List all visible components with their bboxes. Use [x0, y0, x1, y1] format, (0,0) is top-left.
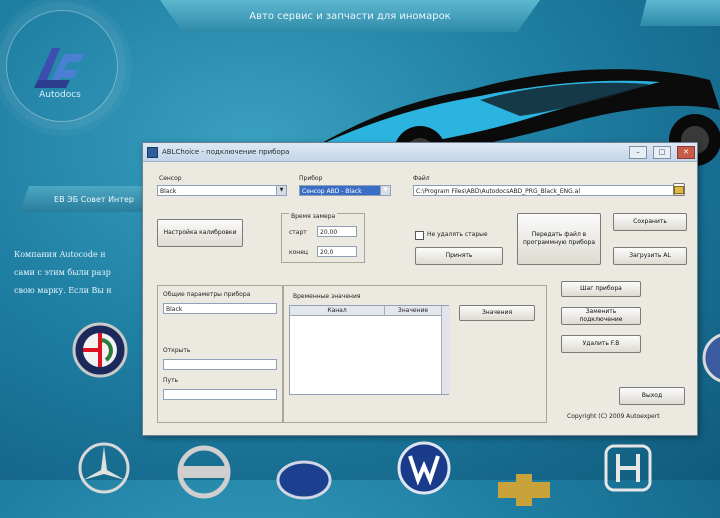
grid-col-value[interactable]: Значение	[385, 306, 442, 315]
device-label: Прибор	[299, 175, 323, 182]
measure-label: Временные значения	[293, 293, 361, 300]
window-title: ABLChoice - подключение прибора	[162, 148, 290, 156]
device-step-button[interactable]: Шаг прибора	[561, 281, 641, 297]
open-input[interactable]	[163, 359, 277, 370]
path-label: Путь	[163, 377, 179, 384]
replace-connection-button[interactable]: Заменить подключение	[561, 307, 641, 325]
site-logo-text: Autodocs	[39, 90, 81, 100]
file-path-value: C:\Program Files\ABD\AutodocsABD_PRG_Bla…	[416, 188, 581, 195]
alfa-romeo-logo-icon[interactable]	[72, 322, 128, 378]
maximize-button[interactable]: □	[653, 145, 671, 159]
subaru-logo-icon[interactable]	[276, 452, 332, 508]
keep-old-checkbox[interactable]	[415, 231, 424, 240]
apply-button[interactable]: Принять	[415, 247, 503, 265]
exit-button[interactable]: Выход	[619, 387, 685, 405]
window-titlebar[interactable]: ABLChoice - подключение прибора – □ ✕	[143, 143, 697, 162]
device-select[interactable]: Сенсор ABD - Black ▼	[299, 185, 391, 196]
time-group-label: Время замера	[289, 213, 338, 220]
minimize-button[interactable]: –	[629, 145, 647, 159]
app-icon	[147, 146, 158, 158]
brand-logo-partial-icon[interactable]	[700, 330, 720, 386]
file-path-field[interactable]: C:\Program Files\ABD\AutodocsABD_PRG_Bla…	[413, 185, 681, 196]
folder-icon	[674, 185, 684, 194]
device-select-value: Сенсор ABD - Black	[302, 188, 362, 195]
chevron-down-icon[interactable]: ▼	[276, 186, 286, 195]
sensor-select[interactable]: Black ▼	[157, 185, 287, 196]
params-input[interactable]: Black	[163, 303, 277, 314]
grid-header: Канал Значение	[290, 306, 448, 316]
read-values-button[interactable]: Значения	[459, 305, 535, 321]
honda-logo-icon[interactable]	[600, 440, 656, 496]
values-grid[interactable]: Канал Значение	[289, 305, 449, 395]
grid-scrollbar[interactable]	[441, 306, 450, 394]
send-to-device-button[interactable]: Передать файл в программную прибора	[517, 213, 601, 265]
end-label: конец	[289, 249, 308, 256]
app-window: ABLChoice - подключение прибора – □ ✕ Се…	[142, 142, 698, 436]
chevrolet-logo-icon[interactable]	[496, 462, 552, 518]
nissan-logo-icon[interactable]	[176, 444, 232, 500]
site-banner-text: Авто сервис и запчасти для иномарок	[249, 10, 451, 22]
sensor-select-value: Black	[160, 188, 177, 195]
mercedes-logo-icon[interactable]	[76, 440, 132, 496]
site-banner[interactable]: Авто сервис и запчасти для иномарок	[160, 0, 540, 32]
save-button[interactable]: Сохранить	[613, 213, 687, 231]
volkswagen-logo-icon[interactable]	[396, 440, 452, 496]
site-logo-icon[interactable]	[24, 40, 94, 96]
open-label: Открыть	[163, 347, 191, 354]
file-label: Файл	[413, 175, 430, 182]
calibrate-button[interactable]: Настройка калибровки	[157, 219, 243, 247]
end-time-input[interactable]: 20.0	[317, 246, 357, 257]
copyright-text: Copyright (C) 2009 Autoexpert	[567, 413, 660, 420]
start-time-input[interactable]: 20.00	[317, 226, 357, 237]
grid-col-channel[interactable]: Канал	[290, 306, 385, 315]
load-al-button[interactable]: Загрузить AL	[613, 247, 687, 265]
close-button[interactable]: ✕	[677, 145, 695, 159]
delete-fb-button[interactable]: Удалить F.B	[561, 335, 641, 353]
chevron-down-icon[interactable]: ▼	[380, 186, 390, 195]
keep-old-label: Не удалять старые	[427, 231, 488, 238]
site-side-button-label: ЕВ ЭБ Совет Интер	[54, 194, 134, 204]
path-input[interactable]	[163, 389, 277, 400]
params-group-label: Общие параметры прибора	[163, 291, 251, 298]
site-banner-right[interactable]	[640, 0, 720, 26]
start-label: старт	[289, 229, 307, 236]
sensor-label: Сенсор	[159, 175, 182, 182]
folder-open-button[interactable]	[673, 183, 685, 196]
